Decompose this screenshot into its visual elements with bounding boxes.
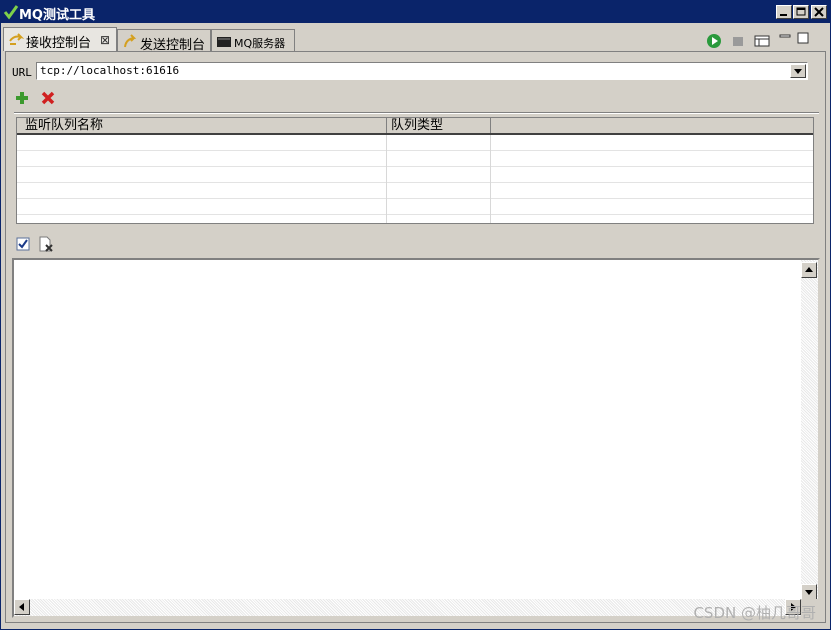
window-title: MQ测试工具 xyxy=(19,8,95,23)
clear-log-icon[interactable] xyxy=(38,236,54,252)
app-window: MQ测试工具 接收控制台 ⊠ 发送控制台 MQ服务器 URL tcp://loc… xyxy=(0,0,831,630)
receive-icon xyxy=(9,33,24,45)
url-combobox[interactable]: tcp://localhost:61616 xyxy=(36,62,808,80)
tab-send-console[interactable]: 发送控制台 xyxy=(117,29,211,53)
column-divider xyxy=(386,135,387,223)
column-header-queue-type[interactable]: 队列类型 xyxy=(391,118,443,133)
arrow-down-icon xyxy=(805,590,813,595)
separator xyxy=(14,112,819,114)
stop-icon[interactable] xyxy=(730,33,746,49)
listener-queue-table[interactable]: 监听队列名称 队列类型 xyxy=(16,117,814,224)
watermark-text: CSDN @柚几哥哥 xyxy=(693,604,816,622)
scroll-up-button[interactable] xyxy=(801,262,817,278)
close-button[interactable] xyxy=(811,5,827,19)
receive-console-panel: URL tcp://localhost:61616 监听队列名称 队列类型 xyxy=(5,51,826,623)
tab-mq-server[interactable]: MQ服务器 xyxy=(211,29,295,51)
scroll-down-button[interactable] xyxy=(801,584,817,600)
table-row[interactable] xyxy=(17,135,813,151)
tab-receive-console[interactable]: 接收控制台 ⊠ xyxy=(3,27,117,51)
table-row[interactable] xyxy=(17,199,813,215)
app-check-icon xyxy=(3,5,19,20)
message-log-area[interactable] xyxy=(12,258,820,618)
column-divider xyxy=(490,135,491,223)
column-divider[interactable] xyxy=(386,118,387,133)
column-divider[interactable] xyxy=(490,118,491,133)
url-dropdown-button[interactable] xyxy=(790,64,806,78)
add-icon[interactable] xyxy=(14,90,30,106)
chevron-down-icon xyxy=(794,69,802,74)
tab-close-icon[interactable]: ⊠ xyxy=(100,33,110,47)
maximize-view-icon[interactable] xyxy=(796,31,810,45)
horizontal-scrollbar[interactable] xyxy=(14,599,801,616)
remove-icon[interactable] xyxy=(40,90,56,106)
column-header-queue-name[interactable]: 监听队列名称 xyxy=(25,118,103,133)
table-row[interactable] xyxy=(17,151,813,167)
view-menu-icon[interactable] xyxy=(754,33,770,49)
run-icon[interactable] xyxy=(706,33,722,49)
table-row[interactable] xyxy=(17,167,813,183)
server-icon xyxy=(217,37,231,47)
checkbox-icon[interactable] xyxy=(16,236,32,252)
vertical-scrollbar[interactable] xyxy=(801,260,818,600)
table-header: 监听队列名称 队列类型 xyxy=(17,118,813,135)
url-input[interactable]: tcp://localhost:61616 xyxy=(40,64,179,77)
scroll-left-button[interactable] xyxy=(14,599,30,615)
minimize-button[interactable] xyxy=(776,5,792,19)
maximize-button[interactable] xyxy=(793,5,809,19)
arrow-up-icon xyxy=(805,267,813,272)
arrow-left-icon xyxy=(19,603,24,611)
url-label: URL xyxy=(12,66,32,79)
tab-label: 接收控制台 xyxy=(26,36,92,51)
table-row[interactable] xyxy=(17,183,813,199)
tab-label: MQ服务器 xyxy=(234,37,286,50)
minimize-view-icon[interactable] xyxy=(778,31,792,45)
title-bar[interactable]: MQ测试工具 xyxy=(1,1,830,23)
send-icon xyxy=(124,34,137,48)
